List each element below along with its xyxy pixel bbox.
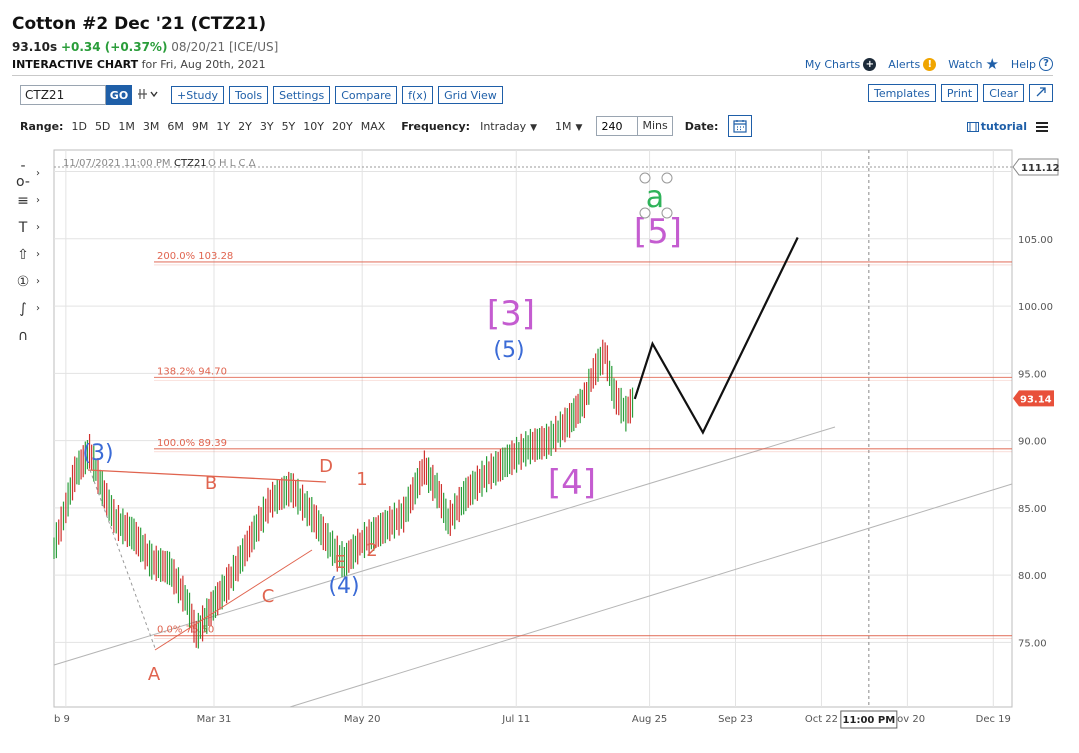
last-price-tag-label: 93.14: [1020, 394, 1052, 405]
crosshair-time-label: 11:00 PM: [843, 715, 896, 726]
y-tick-label: 95.00: [1018, 369, 1047, 380]
wave-label-blue: (3): [82, 441, 113, 466]
drag-handle: [661, 207, 673, 219]
drag-handle: [639, 172, 651, 184]
wave-label-blue: (4): [328, 574, 359, 599]
fib-level-label: 200.0% 103.28: [157, 251, 233, 262]
drag-handle: [661, 172, 673, 184]
channel-line-lower: [289, 483, 1013, 708]
x-tick-label: Sep 23: [718, 714, 753, 725]
wave-label-blue: (5): [493, 338, 524, 363]
wave-label-red: 2: [366, 540, 377, 561]
wave-label-red: E: [334, 552, 345, 573]
x-tick-label: Dec 19: [976, 714, 1011, 725]
wave-label-red: B: [205, 473, 217, 494]
x-tick-label: b 9: [54, 714, 70, 725]
x-tick-label: Mar 31: [197, 714, 232, 725]
fib-level-label: 138.2% 94.70: [157, 366, 227, 377]
high-price-tag-label: 111.12: [1021, 163, 1060, 174]
y-tick-label: 100.00: [1018, 302, 1053, 313]
ohlc-label: O H L C Δ: [208, 158, 256, 169]
wave-label-purple: [5]: [634, 212, 682, 252]
wave-label-red: D: [319, 456, 333, 477]
y-tick-label: 90.00: [1018, 437, 1047, 448]
wave-label-red: C: [262, 586, 275, 607]
projection-path: [633, 237, 799, 435]
wave-label-red: 1: [356, 469, 367, 490]
symbol-label: CTZ21: [174, 158, 207, 169]
x-tick-label: Oct 22: [805, 714, 838, 725]
crosshair-date-label: 11/07/2021 11:00 PM: [63, 158, 170, 169]
drag-handle: [639, 207, 651, 219]
y-tick-label: 85.00: [1018, 504, 1047, 515]
x-tick-label: May 20: [344, 714, 381, 725]
wave-label-red: A: [148, 664, 161, 685]
y-tick-label: 80.00: [1018, 571, 1047, 582]
y-tick-label: 105.00: [1018, 235, 1053, 246]
x-tick-label: Jul 11: [501, 714, 530, 725]
wave-label-purple: [3]: [487, 294, 535, 334]
wave-label-purple: [4]: [548, 463, 596, 503]
plot-frame: [53, 149, 1013, 708]
x-tick-label: Aug 25: [632, 714, 667, 725]
y-tick-label: 75.00: [1018, 638, 1047, 649]
price-chart[interactable]: 110.00105.00100.0095.0090.0085.0080.0075…: [0, 0, 1079, 753]
fib-level-label: 100.0% 89.39: [157, 438, 227, 449]
